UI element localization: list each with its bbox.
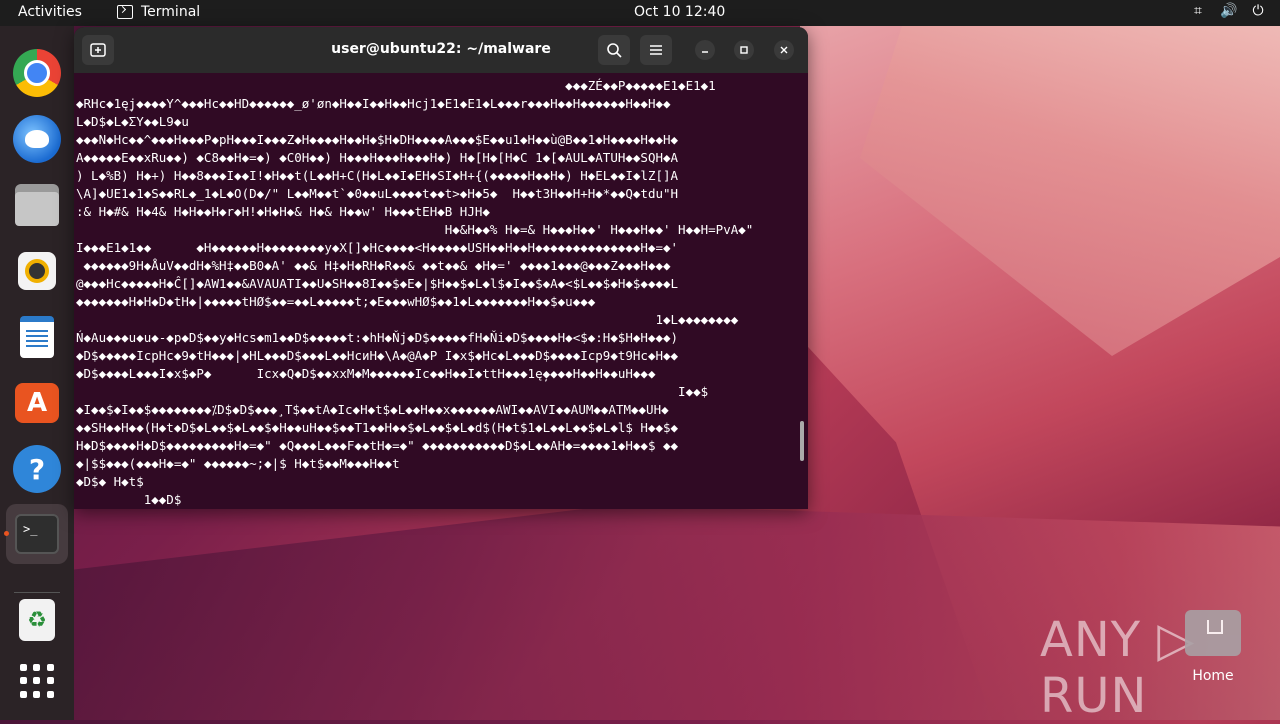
terminal-output[interactable]: ◆◆◆ZÉ◆◆P◆◆◆◆◆E1◆E1◆1 ◆RHc◆1ę̦j◆◆◆◆Y^◆◆◆H… bbox=[76, 77, 796, 509]
terminal-window[interactable]: user@ubuntu22: ~/malware ◆◆◆ZÉ◆◆P◆◆◆◆◆E1 bbox=[74, 27, 808, 509]
maximize-icon bbox=[740, 46, 748, 54]
folder-icon bbox=[1185, 610, 1241, 656]
home-folder[interactable]: Home bbox=[1180, 610, 1246, 684]
dock: A ? >_ ♻ bbox=[0, 26, 74, 720]
minimize-icon bbox=[702, 51, 708, 53]
rhythmbox-icon[interactable] bbox=[13, 247, 61, 295]
trash-icon[interactable]: ♻ bbox=[13, 596, 61, 644]
close-icon bbox=[780, 46, 788, 54]
power-icon[interactable]: ⏻ bbox=[1250, 3, 1266, 19]
chrome-icon[interactable] bbox=[13, 49, 61, 97]
scrollbar[interactable] bbox=[800, 421, 804, 461]
terminal-icon bbox=[117, 5, 133, 19]
home-folder-label: Home bbox=[1192, 668, 1234, 684]
close-button[interactable] bbox=[774, 40, 794, 60]
activities-button[interactable]: Activities bbox=[18, 4, 82, 20]
search-icon bbox=[607, 43, 622, 58]
app-menu-label: Terminal bbox=[141, 4, 201, 20]
terminal-body[interactable]: ◆◆◆ZÉ◆◆P◆◆◆◆◆E1◆E1◆1 ◆RHc◆1ę̦j◆◆◆◆Y^◆◆◆H… bbox=[74, 73, 808, 509]
volume-icon[interactable]: 🔊 bbox=[1220, 3, 1237, 19]
maximize-button[interactable] bbox=[734, 40, 754, 60]
terminal-dock-icon[interactable]: >_ bbox=[13, 510, 61, 558]
minimize-button[interactable] bbox=[695, 40, 715, 60]
search-button[interactable] bbox=[598, 35, 630, 65]
menu-button[interactable] bbox=[640, 35, 672, 65]
libreoffice-writer-icon[interactable] bbox=[13, 313, 61, 361]
thunderbird-icon[interactable] bbox=[13, 115, 61, 163]
dock-separator bbox=[14, 592, 60, 593]
help-icon[interactable]: ? bbox=[13, 445, 61, 493]
running-indicator bbox=[4, 531, 9, 536]
app-menu[interactable]: Terminal bbox=[117, 4, 200, 20]
clock[interactable]: Oct 10 12:40 bbox=[634, 4, 725, 20]
hamburger-icon bbox=[650, 45, 662, 55]
app-center-icon[interactable]: A bbox=[13, 379, 61, 427]
show-applications-icon[interactable] bbox=[20, 664, 54, 698]
network-icon[interactable]: ⌗ bbox=[1190, 3, 1206, 19]
top-bar: Activities Terminal Oct 10 12:40 ⌗ 🔊 ⏻ bbox=[0, 0, 1280, 26]
files-icon[interactable] bbox=[13, 181, 61, 229]
system-tray[interactable]: ⌗ 🔊 ⏻ bbox=[1190, 3, 1266, 19]
window-titlebar[interactable]: user@ubuntu22: ~/malware bbox=[74, 27, 808, 73]
